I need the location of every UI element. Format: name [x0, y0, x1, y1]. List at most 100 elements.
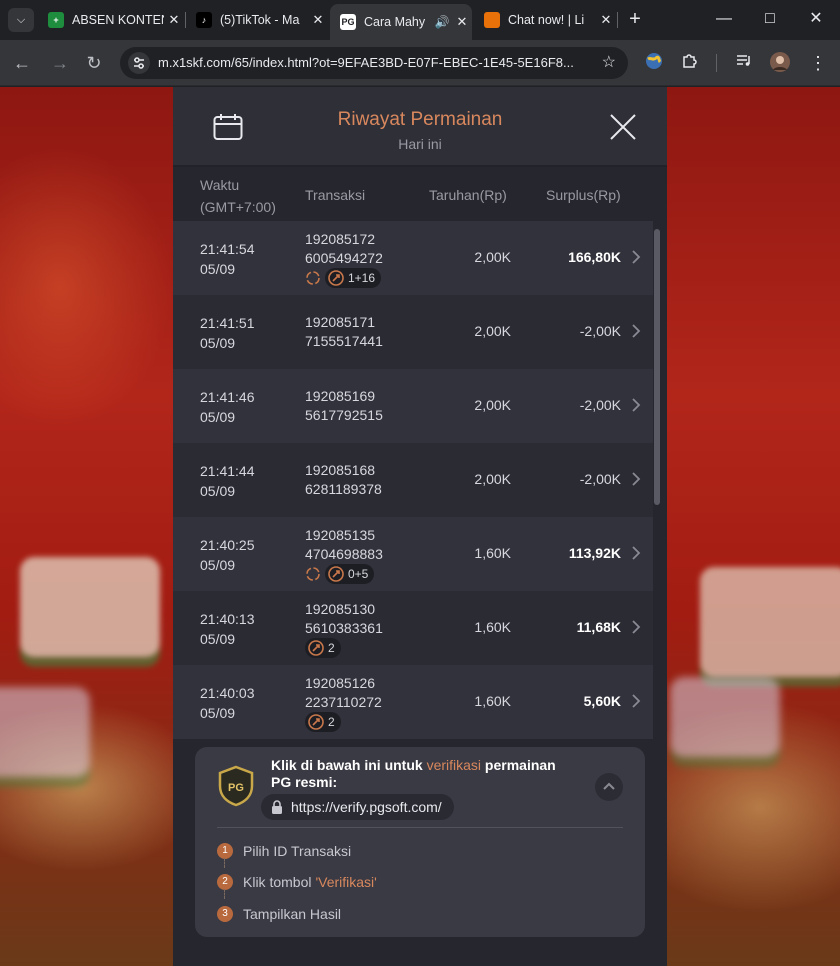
tab-search-button[interactable]: ⌵: [8, 8, 34, 32]
row-feature-badges: 2: [305, 712, 341, 732]
chevron-right-icon[interactable]: [631, 619, 641, 635]
verify-step-3: 3 Tampilkan Hasil: [217, 904, 341, 924]
row-date-value: 05/09: [200, 335, 236, 351]
tab-title: Chat now! | Li: [508, 13, 585, 27]
close-tab-icon[interactable]: ✕: [164, 12, 184, 28]
step-highlight: 'Verifikasi': [315, 874, 377, 890]
row-surplus: -2,00K: [579, 323, 621, 339]
row-transaction-id-2: 2237110272: [305, 694, 382, 710]
tab-title: (5)TikTok - Ma: [220, 13, 300, 27]
step-connector: [224, 889, 225, 899]
profile-avatar[interactable]: [768, 51, 792, 75]
row-transaction-id-2: 5617792515: [305, 407, 383, 423]
tab-4[interactable]: Chat now! | Li ✕: [474, 6, 616, 34]
step-connector: [224, 858, 225, 868]
badge-text: 2: [328, 715, 335, 729]
new-tab-button[interactable]: +: [624, 8, 646, 30]
col-bet: Taruhan(Rp): [429, 187, 507, 203]
row-bet: 1,60K: [474, 545, 511, 561]
menu-kebab-icon[interactable]: ⋮: [806, 51, 830, 75]
table-row[interactable]: 21:40:25 05/09 192085135 4704698883 0+5 1,60K…: [173, 517, 653, 591]
close-icon[interactable]: [609, 113, 637, 141]
multiplier-icon: [328, 566, 344, 582]
row-transaction-id: 192085168: [305, 462, 376, 478]
free-spin-badge: 2: [305, 638, 341, 658]
table-row[interactable]: 21:41:44 05/09 192085168 6281189378 2,00K -2,…: [173, 443, 653, 517]
col-transaction: Transaksi: [305, 187, 366, 203]
row-transaction-id-2: 5610383361: [305, 620, 383, 636]
pg-favicon-icon: PG: [340, 14, 356, 30]
collapse-button[interactable]: [595, 773, 623, 801]
mahjong-tile-decoration: [0, 687, 90, 777]
row-surplus: 113,92K: [568, 545, 621, 561]
chat-bubble-icon: [484, 12, 500, 28]
back-icon[interactable]: ←: [10, 51, 34, 75]
close-tab-icon[interactable]: ✕: [596, 12, 616, 28]
tab-3-active[interactable]: PG Cara Mahy 🔊 ✕: [330, 4, 472, 40]
verify-url-link[interactable]: https://verify.pgsoft.com/: [261, 794, 454, 820]
verify-step-1: 1 Pilih ID Transaksi: [217, 841, 351, 861]
row-transaction-id: 192085171: [305, 314, 376, 330]
minimize-icon[interactable]: —: [704, 6, 744, 32]
row-transaction: 192085168 6281189378: [305, 461, 382, 499]
table-row[interactable]: 21:40:13 05/09 192085130 5610383361 2 1,60K 11…: [173, 591, 653, 665]
table-row[interactable]: 21:41:46 05/09 192085169 5617792515 2,00K -2,…: [173, 369, 653, 443]
table-row[interactable]: 21:40:03 05/09 192085126 2237110272 2 1,60K 5,…: [173, 665, 653, 739]
address-bar[interactable]: m.x1skf.com/65/index.html?ot=9EFAE3BD-E0…: [120, 47, 628, 79]
close-window-icon[interactable]: ✕: [796, 6, 836, 32]
chevron-right-icon[interactable]: [631, 545, 641, 561]
page-title: Riwayat Permainan: [337, 109, 503, 130]
multiplier-icon: [308, 714, 324, 730]
row-transaction-id-2: 7155517441: [305, 333, 383, 349]
row-time-value: 21:40:13: [200, 611, 255, 627]
media-queue-icon[interactable]: [732, 51, 756, 75]
chevron-right-icon[interactable]: [631, 249, 641, 265]
extension-globe-icon[interactable]: [642, 51, 666, 75]
chevron-right-icon[interactable]: [631, 471, 641, 487]
row-time-value: 21:41:51: [200, 315, 255, 331]
col-surplus: Surplus(Rp): [546, 187, 621, 203]
row-date-value: 05/09: [200, 483, 236, 499]
row-transaction-id-2: 6281189378: [305, 481, 382, 497]
row-transaction-id: 192085135: [305, 527, 376, 543]
forward-icon[interactable]: →: [48, 51, 72, 75]
close-tab-icon[interactable]: ✕: [452, 14, 472, 30]
close-tab-icon[interactable]: ✕: [308, 12, 328, 28]
row-surplus: -2,00K: [579, 471, 621, 487]
table-header: Waktu (GMT+7:00) Transaksi Taruhan(Rp) S…: [173, 169, 667, 221]
table-row[interactable]: 21:41:51 05/09 192085171 7155517441 2,00K -2,…: [173, 295, 653, 369]
col-time-label: Waktu: [200, 177, 240, 193]
row-date-value: 05/09: [200, 631, 236, 647]
site-info-icon[interactable]: [128, 52, 150, 74]
row-surplus: 11,68K: [576, 619, 621, 635]
tab-separator: [617, 12, 618, 28]
row-surplus: 166,80K: [568, 249, 621, 265]
game-page: Riwayat Permainan Hari ini Waktu (GMT+7:…: [0, 87, 840, 966]
divider: [217, 827, 623, 828]
col-time: Waktu (GMT+7:00): [200, 175, 276, 217]
date-filter-label[interactable]: Hari ini: [173, 136, 667, 152]
game-history-panel: Riwayat Permainan Hari ini Waktu (GMT+7:…: [173, 87, 667, 966]
verify-url-text: https://verify.pgsoft.com/: [291, 799, 442, 815]
table-row[interactable]: 21:41:54 05/09 192085172 6005494272 1+16 2,00…: [173, 221, 653, 295]
maximize-icon[interactable]: □: [750, 6, 790, 32]
chevron-right-icon[interactable]: [631, 397, 641, 413]
extensions-puzzle-icon[interactable]: [678, 51, 702, 75]
reload-icon[interactable]: ↻: [82, 51, 106, 75]
chevron-right-icon[interactable]: [631, 323, 641, 339]
row-feature-badges: 2: [305, 638, 341, 658]
row-transaction-id: 192085172: [305, 231, 376, 247]
speaker-icon[interactable]: 🔊: [432, 15, 452, 29]
step-number: 3: [217, 906, 233, 922]
row-time-value: 21:41:46: [200, 389, 255, 405]
mahjong-tile-decoration: [20, 557, 160, 657]
multiplier-icon: [308, 640, 324, 656]
tab-1[interactable]: + ABSEN KONTEN ✕: [38, 6, 184, 34]
step-text: Pilih ID Transaksi: [243, 843, 352, 859]
badge-text: 1+16: [348, 271, 376, 285]
scrollbar[interactable]: [654, 229, 660, 505]
tab-2[interactable]: ♪ (5)TikTok - Ma ✕: [186, 6, 328, 34]
chevron-right-icon[interactable]: [631, 693, 641, 709]
panel-header: Riwayat Permainan Hari ini: [173, 87, 667, 167]
bookmark-star-icon[interactable]: ☆: [602, 52, 616, 72]
